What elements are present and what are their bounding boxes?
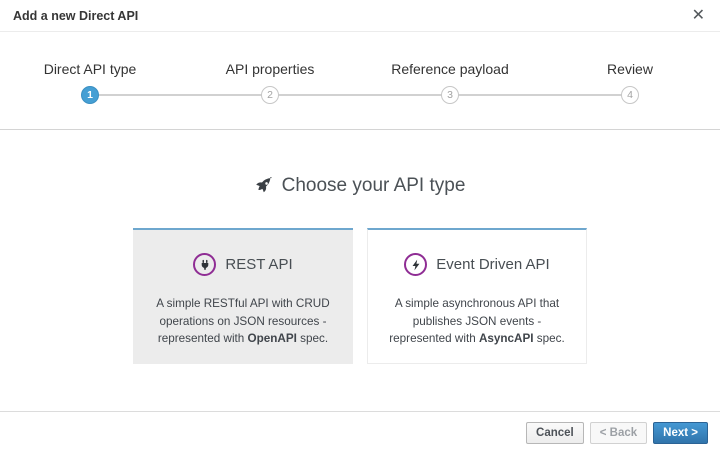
step-label: Review (540, 61, 720, 77)
choose-api-type-heading: Choose your API type (0, 175, 720, 197)
rest-api-card[interactable]: REST API A simple RESTful API with CRUD … (133, 228, 353, 364)
step-circle-1[interactable]: 1 (81, 86, 99, 104)
step-label: API properties (180, 61, 360, 77)
step-review[interactable]: Review (540, 61, 720, 77)
rest-api-title: REST API (225, 256, 292, 273)
step-circle-2[interactable]: 2 (261, 86, 279, 104)
next-button[interactable]: Next > (653, 422, 708, 444)
wizard-body: Choose your API type REST (0, 130, 720, 411)
step-circle-3[interactable]: 3 (441, 86, 459, 104)
step-label: Direct API type (0, 61, 180, 77)
step-labels-row: Direct API type API properties Reference… (0, 61, 720, 77)
wizard-footer: Cancel < Back Next > (0, 411, 720, 454)
api-type-cards: REST API A simple RESTful API with CRUD … (0, 228, 720, 364)
event-driven-api-card[interactable]: Event Driven API A simple asynchronous A… (367, 228, 587, 364)
step-circle-4[interactable]: 4 (621, 86, 639, 104)
back-button[interactable]: < Back (590, 422, 647, 444)
wizard-header: Add a new Direct API ✕ (0, 0, 720, 32)
step-label: Reference payload (360, 61, 540, 77)
wizard-stepper: Direct API type API properties Reference… (0, 32, 720, 130)
plug-icon (193, 253, 216, 276)
cancel-button[interactable]: Cancel (526, 422, 584, 444)
step-api-properties[interactable]: API properties (180, 61, 360, 77)
step-reference-payload[interactable]: Reference payload (360, 61, 540, 77)
close-icon[interactable]: ✕ (690, 8, 707, 24)
event-driven-api-description: A simple asynchronous API that publishes… (383, 295, 571, 348)
add-direct-api-wizard: Add a new Direct API ✕ Direct API type A… (0, 0, 720, 454)
event-driven-api-title: Event Driven API (436, 256, 549, 273)
lightning-icon (404, 253, 427, 276)
wizard-title: Add a new Direct API (13, 9, 138, 23)
rest-api-description: A simple RESTful API with CRUD operation… (148, 295, 338, 348)
step-direct-api-type[interactable]: Direct API type (0, 61, 180, 77)
choose-api-type-label: Choose your API type (282, 175, 466, 197)
rocket-icon (255, 177, 273, 195)
step-circles-row: 1 2 3 4 (0, 86, 720, 104)
